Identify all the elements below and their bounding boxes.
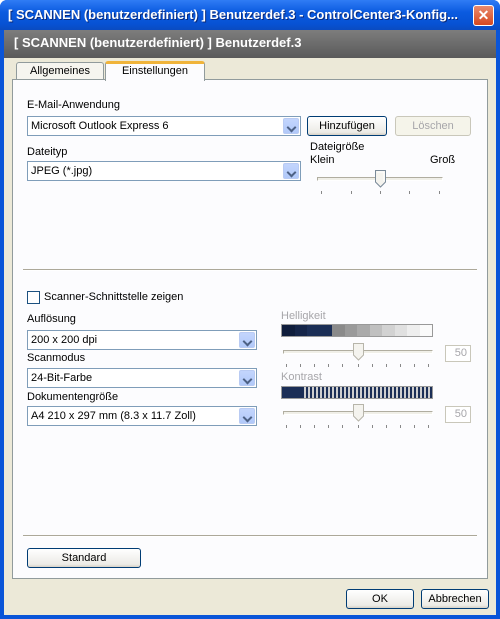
default-button[interactable]: Standard [27, 548, 141, 568]
tab-label: Allgemeines [30, 65, 90, 77]
slider-tick [314, 364, 315, 367]
add-button[interactable]: Hinzufügen [307, 116, 387, 136]
slider-tick [342, 364, 343, 367]
cancel-button[interactable]: Abbrechen [421, 589, 489, 609]
slider-tick [321, 191, 322, 194]
scan-mode-label: Scanmodus [27, 352, 86, 364]
slider-tick [428, 364, 429, 367]
title-bar[interactable]: [ SCANNEN (benutzerdefiniert) ] Benutzer… [0, 0, 500, 30]
slider-tick [372, 364, 373, 367]
brightness-value-field[interactable]: 50 [445, 345, 471, 362]
slider-tick [342, 425, 343, 428]
divider [23, 535, 477, 537]
slider-tick [428, 425, 429, 428]
email-app-label: E-Mail-Anwendung [27, 99, 120, 111]
slider-tick [300, 364, 301, 367]
filesize-min-label: Klein [310, 154, 335, 166]
brightness-label: Helligkeit [281, 310, 326, 322]
chevron-down-icon[interactable] [239, 408, 255, 424]
chevron-down-icon[interactable] [239, 370, 255, 386]
page-title: [ SCANNEN (benutzerdefiniert) ] Benutzer… [14, 35, 302, 50]
doc-size-label: Dokumentengröße [27, 391, 119, 403]
ok-button[interactable]: OK [346, 589, 414, 609]
slider-tick [386, 364, 387, 367]
scanner-ui-label[interactable]: Scanner-Schnittstelle zeigen [44, 291, 183, 303]
contrast-value-field[interactable]: 50 [445, 406, 471, 423]
email-app-select[interactable]: Microsoft Outlook Express 6 [27, 116, 301, 136]
resolution-value: 200 x 200 dpi [31, 334, 98, 346]
brightness-gradient-bar [281, 324, 433, 337]
filesize-label: Dateigröße [310, 141, 365, 153]
slider-tick [380, 191, 381, 194]
slider-tick [400, 425, 401, 428]
slider-tick [372, 425, 373, 428]
brightness-slider-thumb[interactable] [353, 343, 364, 361]
divider [23, 269, 477, 271]
chevron-down-icon[interactable] [283, 163, 299, 179]
slider-tick [328, 425, 329, 428]
slider-tick [328, 364, 329, 367]
scan-mode-select[interactable]: 24-Bit-Farbe [27, 368, 257, 388]
slider-tick [358, 364, 359, 367]
slider-tick [409, 191, 410, 194]
slider-tick [414, 425, 415, 428]
filetype-select[interactable]: JPEG (*.jpg) [27, 161, 301, 181]
slider-tick [414, 364, 415, 367]
settings-panel: E-Mail-Anwendung Microsoft Outlook Expre… [12, 79, 488, 579]
slider-tick [386, 425, 387, 428]
header-band: [ SCANNEN (benutzerdefiniert) ] Benutzer… [4, 30, 496, 58]
filesize-max-label: Groß [430, 154, 456, 166]
email-app-value: Microsoft Outlook Express 6 [31, 120, 169, 132]
slider-tick [400, 364, 401, 367]
slider-tick [358, 425, 359, 428]
tab-label: Einstellungen [121, 65, 189, 77]
contrast-pattern-bar [281, 386, 433, 399]
resolution-select[interactable]: 200 x 200 dpi [27, 330, 257, 350]
delete-button[interactable]: Löschen [395, 116, 471, 136]
tab-allgemeines[interactable]: Allgemeines [16, 62, 104, 80]
scan-mode-value: 24-Bit-Farbe [31, 372, 93, 384]
doc-size-value: A4 210 x 297 mm (8.3 x 11.7 Zoll) [31, 410, 196, 422]
filesize-slider-thumb[interactable] [375, 170, 386, 188]
contrast-slider-thumb[interactable] [353, 404, 364, 422]
filetype-value: JPEG (*.jpg) [31, 165, 93, 177]
slider-tick [300, 425, 301, 428]
tab-einstellungen[interactable]: Einstellungen [105, 61, 205, 81]
slider-tick [314, 425, 315, 428]
doc-size-select[interactable]: A4 210 x 297 mm (8.3 x 11.7 Zoll) [27, 406, 257, 426]
close-button[interactable]: ✕ [473, 5, 494, 26]
window-title: [ SCANNEN (benutzerdefiniert) ] Benutzer… [8, 7, 458, 22]
slider-tick [286, 425, 287, 428]
slider-tick [351, 191, 352, 194]
slider-tick [439, 191, 440, 194]
contrast-label: Kontrast [281, 371, 322, 383]
chevron-down-icon[interactable] [283, 118, 299, 134]
resolution-label: Auflösung [27, 313, 76, 325]
filetype-label: Dateityp [27, 146, 68, 158]
slider-tick [286, 364, 287, 367]
chevron-down-icon[interactable] [239, 332, 255, 348]
scanner-ui-checkbox[interactable] [27, 291, 40, 304]
